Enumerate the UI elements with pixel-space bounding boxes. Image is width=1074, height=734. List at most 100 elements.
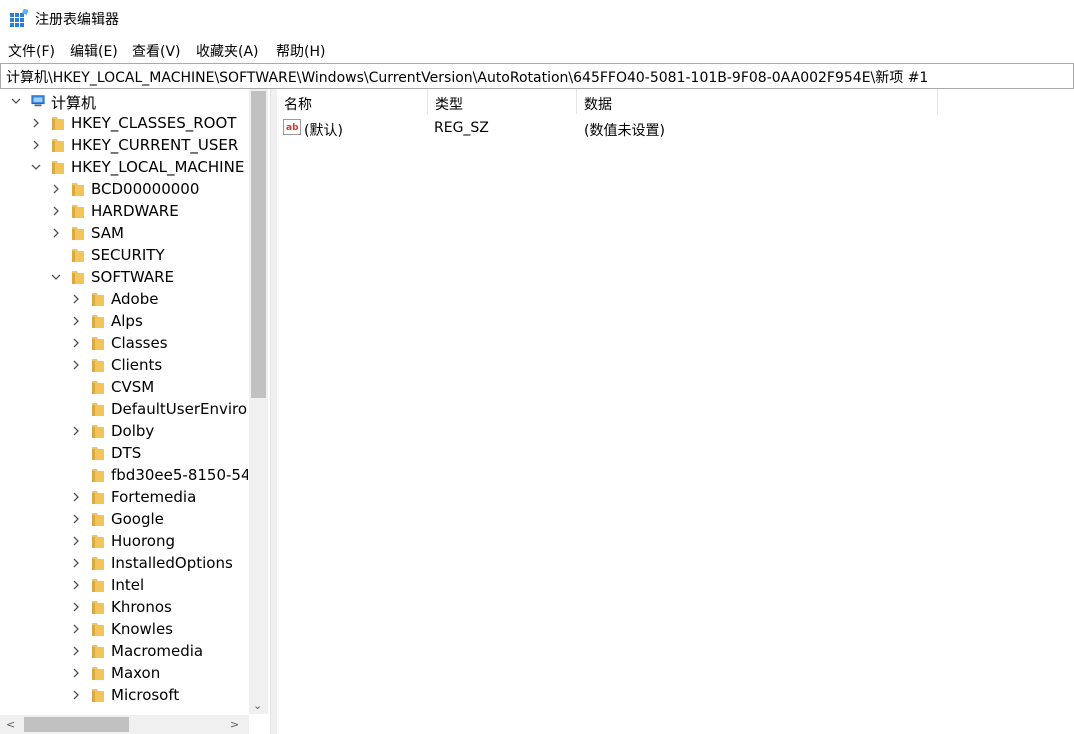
chevron-right-icon[interactable] bbox=[70, 315, 82, 327]
folder-icon bbox=[51, 137, 65, 153]
tree-node[interactable]: HKEY_CLASSES_ROOT bbox=[0, 112, 248, 134]
chevron-down-icon[interactable] bbox=[10, 95, 22, 107]
tree-node[interactable]: Huorong bbox=[0, 530, 248, 552]
chevron-right-icon[interactable] bbox=[70, 667, 82, 679]
menu-bar: 文件(F) 编辑(E) 查看(V) 收藏夹(A) 帮助(H) bbox=[0, 38, 1074, 62]
tree-node[interactable]: SOFTWARE bbox=[0, 266, 248, 288]
tree-node[interactable]: SAM bbox=[0, 222, 248, 244]
menu-help[interactable]: 帮助(H) bbox=[276, 41, 325, 61]
tree-node[interactable]: Adobe bbox=[0, 288, 248, 310]
chevron-right-icon[interactable] bbox=[70, 425, 82, 437]
tree-viewport: 计算机 HKEY_CLASSES_ROOT HKEY_CURRENT_USER HKE… bbox=[0, 89, 248, 709]
tree-node[interactable]: fbd30ee5-8150-54 bbox=[0, 464, 248, 486]
folder-icon bbox=[91, 621, 105, 637]
chevron-right-icon[interactable] bbox=[70, 491, 82, 503]
tree-node-label: fbd30ee5-8150-54 bbox=[111, 466, 248, 484]
scroll-right-icon[interactable]: > bbox=[230, 718, 239, 731]
tree-node[interactable]: DTS bbox=[0, 442, 248, 464]
tree-node[interactable]: HARDWARE bbox=[0, 200, 248, 222]
folder-icon bbox=[91, 577, 105, 593]
folder-icon bbox=[91, 423, 105, 439]
chevron-right-icon[interactable] bbox=[70, 623, 82, 635]
chevron-down-icon[interactable] bbox=[30, 161, 42, 173]
tree-node[interactable]: Macromedia bbox=[0, 640, 248, 662]
tree-node[interactable]: Google bbox=[0, 508, 248, 530]
tree-node[interactable]: HKEY_LOCAL_MACHINE bbox=[0, 156, 248, 178]
tree-node-label: Google bbox=[111, 510, 164, 528]
chevron-right-icon[interactable] bbox=[50, 227, 62, 239]
chevron-right-icon[interactable] bbox=[50, 183, 62, 195]
folder-icon bbox=[51, 115, 65, 131]
tree-node[interactable]: Intel bbox=[0, 574, 248, 596]
chevron-right-icon[interactable] bbox=[70, 601, 82, 613]
tree-node-label: BCD00000000 bbox=[91, 180, 200, 198]
tree-node[interactable]: Microsoft bbox=[0, 684, 248, 706]
folder-icon bbox=[71, 225, 85, 241]
chevron-right-icon[interactable] bbox=[70, 689, 82, 701]
column-header-data[interactable]: 数据 bbox=[577, 89, 938, 114]
folder-icon bbox=[91, 643, 105, 659]
tree-node[interactable]: Alps bbox=[0, 310, 248, 332]
folder-icon bbox=[91, 687, 105, 703]
tree-vertical-scrollbar[interactable]: ⌄ bbox=[249, 89, 268, 714]
column-header-type[interactable]: 类型 bbox=[428, 89, 577, 114]
value-row[interactable]: ab (默认) REG_SZ (数值未设置) bbox=[277, 116, 1074, 139]
scroll-down-icon[interactable]: ⌄ bbox=[253, 699, 262, 712]
chevron-right-icon[interactable] bbox=[70, 645, 82, 657]
tree-node-label: SAM bbox=[91, 224, 125, 242]
chevron-down-icon[interactable] bbox=[50, 271, 62, 283]
pane-splitter[interactable] bbox=[270, 89, 277, 734]
menu-file[interactable]: 文件(F) bbox=[8, 41, 55, 61]
chevron-right-icon[interactable] bbox=[70, 557, 82, 569]
folder-icon bbox=[51, 159, 65, 175]
chevron-right-icon[interactable] bbox=[70, 293, 82, 305]
tree-node[interactable]: HKEY_CURRENT_USER bbox=[0, 134, 248, 156]
chevron-right-icon[interactable] bbox=[70, 359, 82, 371]
tree-node[interactable]: InstalledOptions bbox=[0, 552, 248, 574]
tree-node[interactable]: Knowles bbox=[0, 618, 248, 640]
tree-node[interactable]: Fortemedia bbox=[0, 486, 248, 508]
chevron-right-icon[interactable] bbox=[70, 513, 82, 525]
key-tree: 计算机 HKEY_CLASSES_ROOT HKEY_CURRENT_USER HKE… bbox=[0, 89, 270, 734]
tree-node-label: Microsoft bbox=[111, 686, 180, 704]
tree-node[interactable]: SECURITY bbox=[0, 244, 248, 266]
scroll-left-icon[interactable]: < bbox=[6, 718, 15, 731]
chevron-right-icon[interactable] bbox=[70, 579, 82, 591]
folder-icon bbox=[91, 379, 105, 395]
chevron-right-icon[interactable] bbox=[70, 337, 82, 349]
folder-icon bbox=[91, 357, 105, 373]
title-bar: 注册表编辑器 bbox=[0, 0, 1074, 36]
tree-node[interactable]: DefaultUserEnvironment bbox=[0, 398, 248, 420]
svg-text:ab: ab bbox=[286, 123, 299, 133]
folder-icon bbox=[71, 203, 85, 219]
folder-icon bbox=[71, 269, 85, 285]
tree-node[interactable]: Maxon bbox=[0, 662, 248, 684]
tree-node[interactable]: Classes bbox=[0, 332, 248, 354]
address-bar[interactable]: 计算机\HKEY_LOCAL_MACHINE\SOFTWARE\Windows\… bbox=[0, 63, 1074, 89]
tree-node[interactable]: Microsoft Audio bbox=[0, 706, 248, 709]
chevron-right-icon[interactable] bbox=[70, 535, 82, 547]
tree-node[interactable]: 计算机 bbox=[0, 90, 248, 112]
vertical-scroll-thumb[interactable] bbox=[251, 91, 266, 398]
menu-view[interactable]: 查看(V) bbox=[132, 41, 181, 61]
menu-edit[interactable]: 编辑(E) bbox=[70, 41, 118, 61]
tree-node[interactable]: Dolby bbox=[0, 420, 248, 442]
chevron-right-icon[interactable] bbox=[30, 117, 42, 129]
tree-node-label: Maxon bbox=[111, 664, 161, 682]
folder-icon bbox=[91, 533, 105, 549]
tree-node-label: Clients bbox=[111, 356, 163, 374]
menu-favorites[interactable]: 收藏夹(A) bbox=[196, 41, 259, 61]
chevron-right-icon[interactable] bbox=[30, 139, 42, 151]
horizontal-scroll-thumb[interactable] bbox=[24, 717, 129, 732]
column-header-name[interactable]: 名称 bbox=[277, 89, 428, 114]
address-path[interactable]: 计算机\HKEY_LOCAL_MACHINE\SOFTWARE\Windows\… bbox=[6, 67, 928, 87]
tree-node[interactable]: CVSM bbox=[0, 376, 248, 398]
tree-node[interactable]: Khronos bbox=[0, 596, 248, 618]
tree-node[interactable]: Clients bbox=[0, 354, 248, 376]
chevron-right-icon[interactable] bbox=[50, 205, 62, 217]
folder-icon bbox=[91, 291, 105, 307]
folder-icon bbox=[91, 313, 105, 329]
tree-horizontal-scrollbar[interactable]: < > bbox=[0, 715, 249, 734]
tree-node[interactable]: BCD00000000 bbox=[0, 178, 248, 200]
folder-icon bbox=[91, 489, 105, 505]
